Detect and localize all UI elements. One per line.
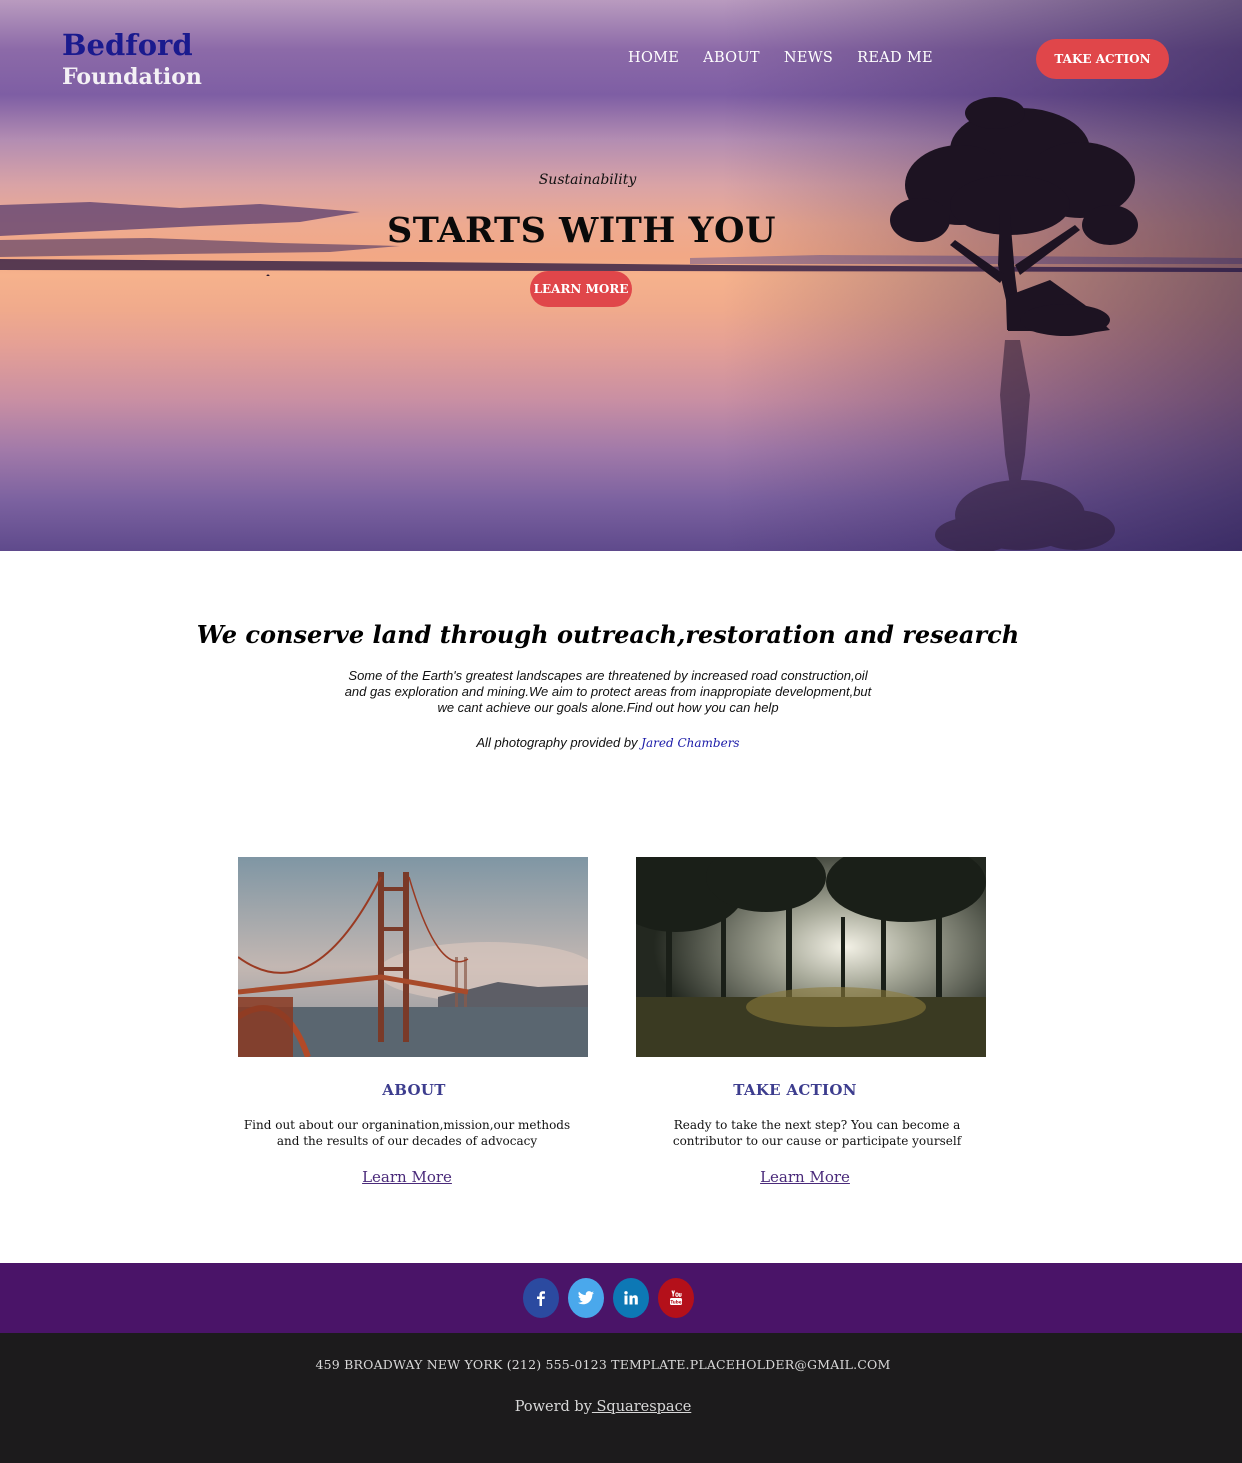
svg-text:Tube: Tube — [670, 1300, 681, 1305]
nav-about[interactable]: ABOUT — [703, 50, 760, 66]
photo-credit: All photography provided by Jared Chambe… — [0, 735, 1216, 750]
nav-read-me[interactable]: READ ME — [857, 50, 933, 66]
card-take-action-learn-more-link[interactable]: Learn More — [630, 1168, 980, 1186]
linkedin-icon[interactable] — [613, 1278, 649, 1318]
hero-kicker: Sustainability — [538, 172, 637, 188]
tree-silhouette-image — [890, 97, 1138, 551]
take-action-button[interactable]: TAKE ACTION — [1036, 39, 1169, 79]
bridge-image — [238, 857, 588, 1057]
credit-prefix: All photography provided by — [476, 735, 642, 750]
nav-home[interactable]: HOME — [628, 50, 679, 66]
card-take-action-title: TAKE ACTION — [733, 1081, 857, 1099]
nav-news[interactable]: NEWS — [784, 50, 833, 66]
footer-contact: 459 BROADWAY NEW YORK (212) 555-0123 TEM… — [315, 1357, 891, 1372]
credit-link[interactable]: Jared Chambers — [641, 736, 739, 750]
twitter-icon[interactable] — [568, 1278, 604, 1318]
logo-subtitle[interactable]: Foundation — [62, 64, 202, 90]
card-about-text: Find out about our organination,mission,… — [243, 1118, 571, 1148]
intro-heading: We conserve land through outreach,restor… — [196, 620, 1020, 649]
squarespace-link[interactable]: Squarespace — [592, 1399, 691, 1415]
intro-body: Some of the Earth's greatest landscapes … — [344, 668, 872, 715]
hero-title: STARTS WITH YOU — [386, 210, 776, 251]
powered-prefix: Powerd by — [514, 1399, 592, 1415]
card-take-action-text: Ready to take the next step? You can bec… — [672, 1118, 962, 1148]
learn-more-button[interactable]: LEARN MORE — [530, 271, 632, 307]
card-about-learn-more-link[interactable]: Learn More — [232, 1168, 582, 1186]
card-about-title: ABOUT — [382, 1081, 446, 1099]
logo-title[interactable]: Bedford — [62, 28, 193, 62]
footer-powered-by: Powerd by Squarespace — [0, 1399, 1206, 1415]
footer — [0, 1333, 1242, 1463]
main-nav: HOME ABOUT NEWS READ ME — [628, 50, 957, 66]
youtube-icon[interactable]: Tube — [658, 1278, 694, 1318]
forest-image — [636, 857, 986, 1057]
facebook-icon[interactable] — [523, 1278, 559, 1318]
